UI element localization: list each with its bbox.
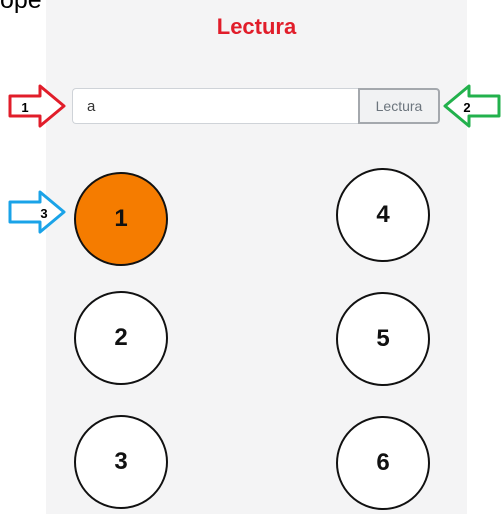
- annotation-arrow-3-icon: 3: [8, 190, 66, 234]
- circle-button-2[interactable]: 2: [74, 291, 168, 385]
- annotation-arrow-2-icon: 2: [443, 84, 501, 128]
- read-input-group: Lectura: [72, 88, 440, 124]
- circle-button-5[interactable]: 5: [336, 292, 430, 386]
- lectura-panel: Lectura Lectura 1 2 3 4 5 6: [46, 0, 467, 514]
- read-text-input[interactable]: [72, 88, 358, 124]
- annotation-arrow-2-label: 2: [463, 100, 470, 115]
- circle-button-3[interactable]: 3: [74, 415, 168, 509]
- panel-title: Lectura: [216, 14, 297, 39]
- circle-button-1[interactable]: 1: [74, 172, 168, 266]
- annotation-arrow-3-label: 3: [40, 206, 47, 221]
- circle-button-4[interactable]: 4: [336, 168, 430, 262]
- annotation-arrow-1-label: 1: [21, 100, 28, 115]
- lectura-button[interactable]: Lectura: [358, 88, 440, 124]
- circle-button-6[interactable]: 6: [336, 416, 430, 510]
- screenshot-canvas: ope rango ... (0) ... Lectura Lectura 1 …: [0, 0, 503, 514]
- annotation-arrow-1-icon: 1: [8, 84, 66, 128]
